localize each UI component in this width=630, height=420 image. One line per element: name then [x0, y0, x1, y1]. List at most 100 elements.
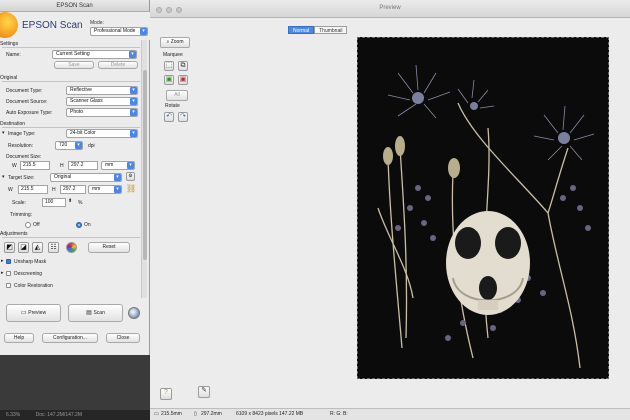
ruler-height-icon: ▯	[194, 411, 197, 417]
disclosure-triangle-icon[interactable]: ▾	[2, 130, 5, 136]
settings-gear-icon[interactable]: ⚙	[126, 172, 135, 181]
marquee-delete-icon[interactable]: ▣	[178, 75, 188, 85]
name-select[interactable]: Current Setting ▾	[52, 50, 137, 59]
preview-button[interactable]: ▭ Preview	[6, 304, 61, 322]
marquee-add-icon[interactable]: ▣	[164, 75, 174, 85]
delete-button[interactable]: Delete	[98, 61, 138, 69]
save-button[interactable]: Save	[54, 61, 94, 69]
trimming-off-radio[interactable]	[25, 222, 31, 228]
select-all-button[interactable]: All	[166, 90, 188, 101]
unsharp-mask-checkbox[interactable]	[6, 259, 11, 264]
rotate-label: Rotate	[165, 103, 180, 109]
help-button[interactable]: Help	[4, 333, 34, 343]
tab-normal[interactable]: Normal	[288, 26, 315, 34]
trimming-label: Trimming:	[10, 212, 33, 218]
resolution-value: 720	[59, 142, 68, 148]
target-height-field[interactable]: 297.2	[60, 185, 86, 194]
reset-button[interactable]: Reset	[88, 242, 130, 253]
divider	[2, 237, 140, 238]
document-unit-select[interactable]: mm ▾	[101, 161, 135, 170]
document-source-value: Scanner Glass	[70, 98, 103, 104]
preview-image-graphic	[358, 38, 608, 378]
trimming-on-radio[interactable]	[76, 222, 82, 228]
chevron-down-icon: ▾	[130, 109, 137, 116]
preview-status-bar: ▭ 215.5mm ▯ 297.2mm 6109 x 8423 pixels 1…	[150, 408, 630, 420]
epson-logo-icon	[0, 12, 18, 38]
target-unit-select[interactable]: mm ▾	[88, 185, 122, 194]
settings-scrollbar[interactable]	[141, 40, 147, 298]
document-source-label: Document Source:	[6, 99, 48, 105]
zoom-button[interactable]: ⌕ Zoom	[160, 37, 190, 48]
auto-exposure-label: Auto Exposure Type:	[6, 110, 53, 116]
epson-header: EPSON Scan Mode: Professional Mode ▾	[0, 12, 150, 40]
disclosure-triangle-icon[interactable]: ▸	[1, 270, 4, 276]
scale-stepper-icon[interactable]: ⬍	[68, 198, 72, 204]
document-type-value: Reflective	[70, 87, 92, 93]
document-width-field[interactable]: 215.5	[20, 161, 50, 170]
epson-brand: EPSON Scan	[22, 20, 83, 31]
trimming-off-label: Off	[33, 222, 40, 228]
scrollbar-thumb[interactable]	[143, 70, 147, 260]
color-palette-icon[interactable]: ☷	[48, 242, 59, 253]
epson-scan-window: EPSON Scan EPSON Scan Mode: Professional…	[0, 0, 150, 355]
rotate-left-icon[interactable]: ↶	[164, 112, 174, 122]
document-unit-value: mm	[105, 162, 114, 168]
configuration-button[interactable]: Configuration...	[42, 333, 98, 343]
rotate-right-icon[interactable]: ↷	[178, 112, 188, 122]
target-size-value: Original	[54, 174, 72, 180]
auto-locate-icon[interactable]: ?	[160, 388, 172, 400]
color-wheel-icon[interactable]	[66, 242, 77, 253]
chevron-down-icon: ▾	[130, 130, 137, 137]
auto-exposure-value: Photo	[70, 109, 84, 115]
scale-field[interactable]: 100	[42, 198, 66, 207]
document-source-select[interactable]: Scanner Glass ▾	[66, 97, 138, 106]
close-button[interactable]: Close	[106, 333, 140, 343]
preview-title: Preview	[379, 5, 401, 11]
document-type-label: Document Type:	[6, 88, 43, 94]
histogram-adjustment-icon[interactable]: ◩	[4, 242, 15, 253]
disclosure-triangle-icon[interactable]: ▾	[2, 174, 5, 180]
tone-correction-icon[interactable]: ◭	[32, 242, 43, 253]
image-adjustment-icon[interactable]: ◪	[18, 242, 29, 253]
color-restoration-label: Color Restoration	[14, 283, 53, 289]
preview-title-bar: Preview	[150, 0, 630, 18]
name-label: Name:	[6, 52, 21, 58]
tab-thumbnail[interactable]: Thumbnail	[314, 26, 348, 34]
marquee-duplicate-icon[interactable]: ⧉	[178, 61, 188, 71]
chevron-down-icon: ▾	[127, 162, 134, 169]
link-chain-icon[interactable]: ⛓	[126, 184, 136, 193]
document-type-select[interactable]: Reflective ▾	[66, 86, 138, 95]
scanner-status-icon[interactable]	[128, 307, 140, 319]
image-type-value: 24-bit Color	[70, 130, 96, 136]
resolution-select[interactable]: 720 ▾	[55, 141, 83, 150]
scanned-preview-image[interactable]	[357, 37, 609, 379]
target-unit-value: mm	[92, 186, 101, 192]
document-size-label: Document Size:	[6, 154, 42, 160]
color-restoration-checkbox[interactable]	[6, 283, 11, 288]
background-zoom: 6.33%	[6, 412, 21, 418]
preview-tabs: Normal Thumbnail	[288, 26, 348, 34]
chevron-down-icon: ▾	[114, 174, 121, 181]
target-size-select[interactable]: Original ▾	[50, 173, 122, 182]
document-height-field[interactable]: 297.2	[68, 161, 98, 170]
marquee-create-icon[interactable]: ⬚	[164, 61, 174, 71]
disclosure-triangle-icon[interactable]: ▸	[1, 258, 4, 264]
descreening-label: Descreening	[14, 271, 43, 277]
target-width-label: W	[8, 187, 13, 193]
name-value: Current Setting	[56, 51, 90, 57]
target-width-field[interactable]: 215.5	[18, 185, 48, 194]
mode-select[interactable]: Professional Mode ▾	[90, 27, 148, 36]
background-status-bar: 6.33% Doc: 147.2M/147.2M	[0, 410, 150, 420]
target-height-label: H	[52, 187, 56, 193]
auto-exposure-select[interactable]: Photo ▾	[66, 108, 138, 117]
image-type-select[interactable]: 24-bit Color ▾	[66, 129, 138, 138]
divider	[2, 127, 140, 128]
resolution-label: Resolution:	[8, 143, 34, 149]
preview-button-label: Preview	[28, 310, 47, 316]
pipette-tool-icon[interactable]: ✎	[198, 386, 210, 398]
chevron-down-icon: ▾	[130, 87, 137, 94]
descreening-checkbox[interactable]	[6, 271, 11, 276]
scan-button-label: Scan	[93, 310, 105, 316]
document-width-label: W	[12, 163, 17, 169]
scan-button[interactable]: ▤ Scan	[68, 304, 123, 322]
